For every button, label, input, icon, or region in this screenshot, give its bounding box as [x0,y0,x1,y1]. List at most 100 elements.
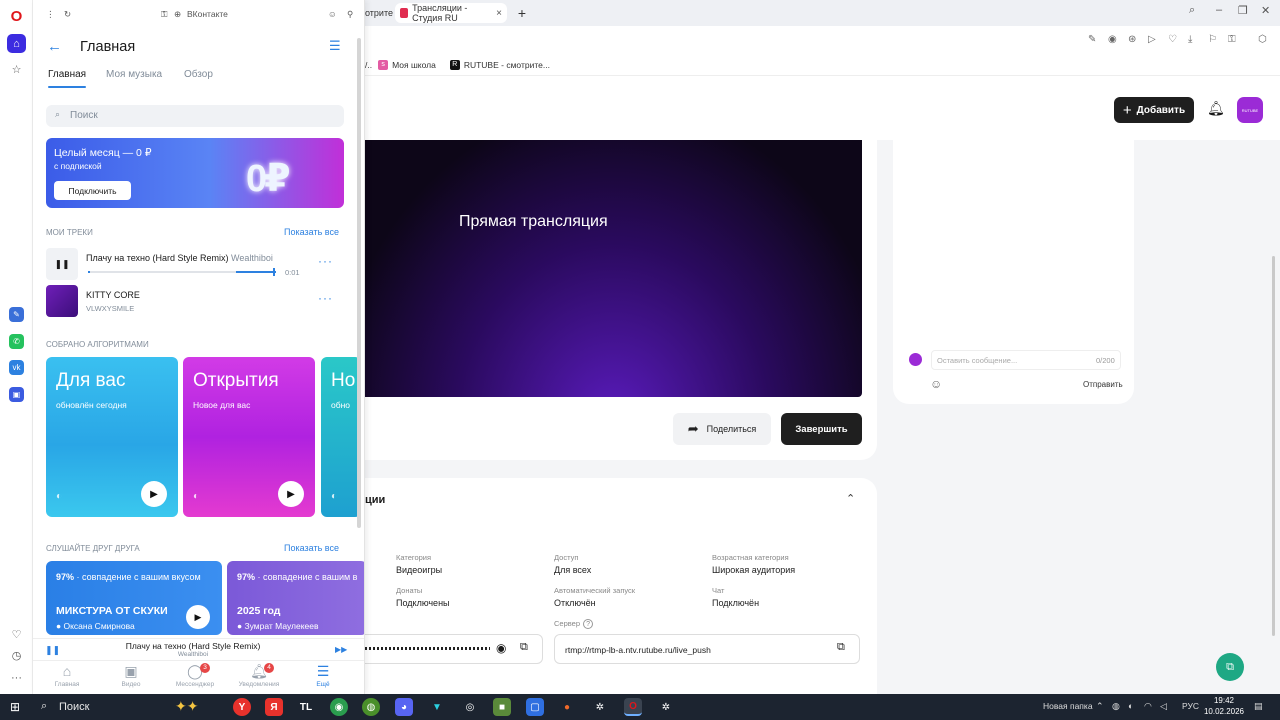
tab-close-icon[interactable]: × [496,8,502,19]
vpn-icon[interactable]: ⊛ [1128,34,1136,45]
track-row[interactable]: KITTY CORE VLWXYSMILE ··· [46,285,344,317]
show-all-tracks-link[interactable]: Показать все [284,227,339,237]
tab-overview[interactable]: Обзор [184,69,213,80]
taskbar-search[interactable]: ⌕ Поиск ✦✦ [33,696,223,718]
opera-logo-icon[interactable]: O [7,7,26,26]
help-icon[interactable]: ? [583,619,594,629]
media-app-icon[interactable]: ● [558,698,576,716]
language-indicator[interactable]: РУС [1182,701,1199,711]
emoji-icon[interactable]: ☺ [328,9,337,19]
obs-icon[interactable]: ◎ [461,698,479,716]
network-icon[interactable]: ◍ [1112,701,1120,712]
new-tab-button[interactable]: + [515,3,529,23]
notification-center-icon[interactable]: ▤ [1254,701,1263,712]
show-all-friends-link[interactable]: Показать все [284,543,339,553]
emoji-icon[interactable]: ☺ [930,377,942,391]
chrome-icon[interactable]: ◉ [330,698,348,716]
opera-icon[interactable]: O [624,698,642,716]
nav-video[interactable]: ▣ Видео [106,663,156,688]
nav-home[interactable]: ⌂ Главная [42,663,92,688]
nav-notifications[interactable]: 🔔︎ 4 Уведомления [234,663,284,688]
minimize-icon[interactable]: – [1216,4,1222,16]
play-icon[interactable]: ▶ [141,481,167,507]
bookmark-icon[interactable]: ⚐ [1208,34,1217,45]
more-icon[interactable]: ··· [318,254,333,268]
heart-icon[interactable]: ♡ [1168,34,1177,45]
chat-send-button[interactable]: Отправить [1083,380,1123,389]
tab-rutube-studio[interactable]: Трансляции - Студия RU × [395,3,507,23]
more-icon[interactable]: ··· [7,668,26,687]
browser-icon[interactable]: ◍ [362,698,380,716]
messenger-app-icon[interactable]: ✎ [9,307,24,322]
app-tray-icon[interactable]: ◐ [1128,701,1133,711]
subscription-promo-banner[interactable]: Целый месяц — 0 ₽ с подпиской Подключить… [46,138,344,208]
search-input[interactable]: ⌕ Поиск [46,105,344,127]
more-icon[interactable]: ··· [318,291,333,305]
share-button[interactable]: ➦ Поделиться [673,413,771,445]
tray-up-icon[interactable]: ⌃ [1096,701,1104,712]
friend-mix-card[interactable]: 97% · совпадение с вашим вкусом МИКСТУРА… [46,561,222,635]
vpn-app-icon[interactable]: ▼ [428,698,446,716]
chat-input[interactable]: Оставить сообщение... [931,350,1121,370]
notification-text[interactable]: Новая папка [1043,701,1093,711]
support-chat-button[interactable]: ⧉ [1216,653,1244,681]
tab-previous[interactable]: отрите [365,3,393,23]
close-window-icon[interactable]: ✕ [1261,4,1270,17]
play-icon[interactable]: ▶ [186,605,210,629]
track-row[interactable]: ❚❚ Плачу на техно (Hard Style Remix) Wea… [46,248,344,280]
playlist-card-discoveries[interactable]: Открытия Новое для вас ◐ ▶ [183,357,315,517]
tool-icon[interactable]: ✲ [591,698,609,716]
vk-icon[interactable]: vk [9,360,24,375]
whatsapp-icon[interactable]: ✆ [9,334,24,349]
wifi-icon[interactable]: ◠ [1144,701,1152,712]
workspace-icon[interactable]: ⌂ [7,34,26,53]
windows-start-icon[interactable]: ⊞ [10,700,20,714]
stream-preview[interactable]: Прямая трансляция [365,140,862,397]
next-track-icon[interactable]: ▶▶ [335,645,347,654]
search-tabs-icon[interactable]: ⌕ [1189,4,1195,17]
settings-app-icon[interactable]: ✲ [657,698,675,716]
chevron-up-icon[interactable]: ⌃ [846,492,855,505]
minecraft-icon[interactable]: ■ [493,698,511,716]
bookmark-rutube[interactable]: R RUTUBE - смотрите... [449,59,550,70]
clock-time[interactable]: 19:42 [1204,696,1244,705]
nav-messenger[interactable]: ◯ 3 Мессенджер [170,663,220,688]
app-icon[interactable]: ▢ [526,698,544,716]
copy-icon[interactable]: ⧉ [520,641,528,654]
tab-main[interactable]: Главная [48,69,87,88]
mini-player[interactable]: ❚❚ Плачу на техно (Hard Style Remix) Wea… [33,638,364,660]
yandex-icon[interactable]: Я [265,698,283,716]
app-icon[interactable]: ▣ [9,387,24,402]
friend-mix-card[interactable]: 97% · совпадение с вашим в 2025 год ● Зу… [227,561,364,635]
stream-key-field[interactable]: ◉ ⧉ [365,634,543,664]
edit-icon[interactable]: ✎ [1088,34,1096,45]
playlist-card-new[interactable]: Но обно ◐ [321,357,361,517]
connect-button[interactable]: Подключить [54,181,131,200]
more-icon[interactable]: ⋮ [46,9,55,20]
page-scrollbar[interactable] [1272,256,1275,636]
playlist-card-for-you[interactable]: Для вас обновлён сегодня ◐ ▶ [46,357,178,517]
heart-icon[interactable]: ♡ [7,625,26,644]
camera-icon[interactable]: ◉ [1108,34,1117,45]
pin-icon[interactable]: ⚲ [347,9,353,20]
bookmark-school[interactable]: s Моя школа [378,59,436,70]
eye-icon[interactable]: ◉ [496,641,506,655]
server-url-field[interactable]: rtmp://rtmp-lb-a.ntv.rutube.ru/live_push… [554,634,860,664]
bookmark-fragment[interactable]: /.. [365,60,372,70]
pause-icon[interactable]: ❚❚ [46,248,78,280]
track-progress[interactable] [88,268,276,276]
extensions-icon[interactable]: ⬡ [1258,34,1267,45]
notifications-bell-icon[interactable]: 🔔︎ [1207,100,1225,117]
end-stream-button[interactable]: Завершить [781,413,862,445]
discord-icon[interactable]: ◕ [395,698,413,716]
tab-my-music[interactable]: Моя музыка [106,69,162,80]
nav-more[interactable]: ☰ Ещё [298,663,348,688]
volume-icon[interactable]: ◁ [1160,701,1167,712]
tl-launcher-icon[interactable]: TL [297,698,315,716]
favorites-icon[interactable]: ☆ [7,60,26,79]
clock-date[interactable]: 10.02.2026 [1200,707,1248,716]
playlist-menu-icon[interactable]: ☰ [329,38,341,54]
yandex-browser-icon[interactable]: Y [233,698,251,716]
play-icon[interactable]: ▶ [278,481,304,507]
history-icon[interactable]: ◷ [7,646,26,665]
